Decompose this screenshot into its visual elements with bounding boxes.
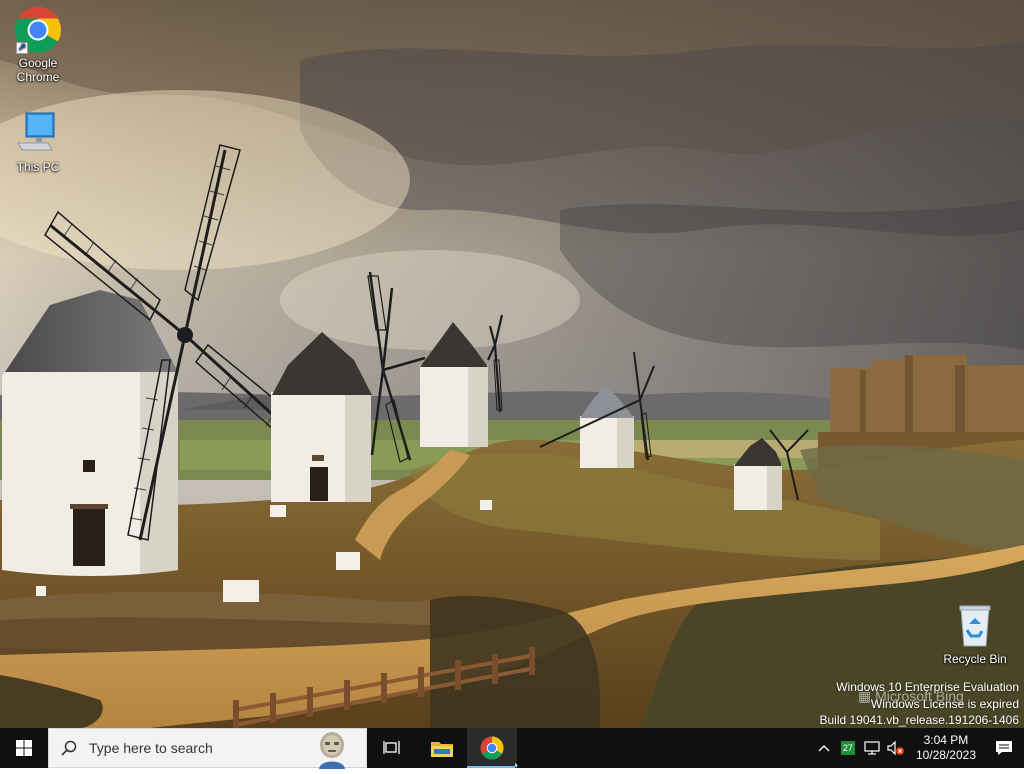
start-button[interactable] [0, 728, 48, 768]
system-tray: 27 3:04 PM 10/28/2023 [812, 728, 1024, 768]
chrome-icon: ↗ [14, 6, 62, 54]
search-icon [49, 728, 89, 768]
action-center-button[interactable] [984, 728, 1024, 768]
watermark-edition: Windows 10 Enterprise Evaluation [836, 680, 1019, 694]
tray-app-badge[interactable]: 27 [836, 728, 860, 768]
desktop-icon-this-pc[interactable]: This PC [0, 110, 76, 174]
windows-logo-icon [16, 740, 32, 756]
taskbar: Type here to search 27 3:04 PM 10/28/202… [0, 728, 1024, 769]
notification-icon [996, 741, 1012, 755]
search-placeholder: Type here to search [89, 740, 213, 756]
desktop-icon-recycle-bin[interactable]: Recycle Bin [937, 602, 1013, 666]
desktop-icon-label: This PC [16, 160, 60, 174]
search-highlight-icon[interactable] [312, 729, 352, 769]
activation-watermark: Windows 10 Enterprise Evaluation Windows… [820, 679, 1020, 729]
chrome-taskbar-button[interactable] [467, 728, 517, 768]
desktop-icon-label: Recycle Bin [943, 652, 1007, 666]
shortcut-arrow-icon: ↗ [16, 42, 28, 54]
taskbar-clock[interactable]: 3:04 PM 10/28/2023 [908, 728, 984, 768]
chevron-up-icon [818, 745, 830, 752]
mouse-cursor-icon [515, 761, 519, 768]
file-explorer-icon [431, 742, 453, 757]
volume-muted-icon [887, 741, 904, 755]
watermark-build: Build 19041.vb_release.191206-1406 [819, 713, 1020, 727]
watermark-license: Windows License is expired [870, 696, 1019, 711]
task-view-icon [383, 741, 400, 754]
chrome-icon [480, 736, 504, 760]
network-icon [864, 741, 880, 755]
computer-icon [14, 110, 62, 158]
recycle-bin-icon [951, 602, 999, 650]
desktop-icon-label: Google Chrome [16, 56, 60, 84]
task-view-button[interactable] [367, 728, 417, 768]
network-button[interactable] [860, 728, 884, 768]
clock-date: 10/28/2023 [915, 748, 976, 762]
tray-badge-count: 27 [842, 743, 853, 753]
taskbar-search-box[interactable]: Type here to search [48, 728, 367, 769]
desktop-icon-chrome[interactable]: ↗ Google Chrome [0, 6, 76, 84]
desktop-wallpaper [0, 0, 1024, 728]
volume-button[interactable] [884, 728, 908, 768]
clock-time: 3:04 PM [923, 733, 969, 747]
tray-badge-icon: 27 [840, 741, 855, 755]
file-explorer-button[interactable] [417, 728, 467, 768]
show-hidden-icons-button[interactable] [812, 728, 836, 768]
